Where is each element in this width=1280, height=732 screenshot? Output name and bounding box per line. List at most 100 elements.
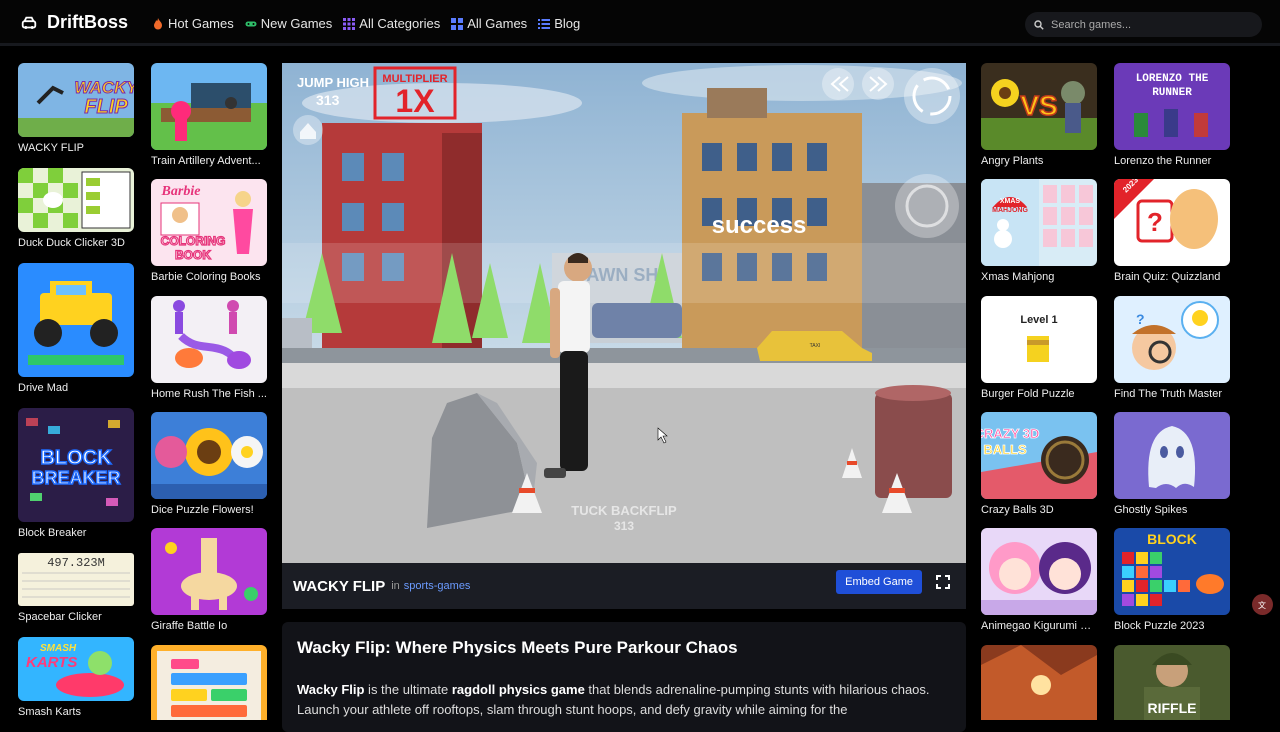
game-title: Crazy Balls 3D bbox=[981, 504, 1054, 516]
description-heading: Wacky Flip: Where Physics Meets Pure Par… bbox=[297, 638, 738, 657]
game-tile[interactable]: Home Rush The Fish ... bbox=[151, 296, 267, 400]
svg-text:RUNNER: RUNNER bbox=[1152, 87, 1192, 99]
game-tile[interactable]: Barbie COLORING BOOK Barbie Coloring Books bbox=[151, 179, 267, 283]
game-tile[interactable]: Train Artillery Advent... bbox=[151, 63, 267, 167]
game-title: Block Puzzle 2023 bbox=[1114, 620, 1205, 632]
game-description: Wacky Flip: Where Physics Meets Pure Par… bbox=[282, 622, 966, 732]
nav-label: New Games bbox=[260, 16, 333, 31]
game-tile[interactable]: Drive Mad bbox=[18, 263, 134, 394]
game-thumbnail: Level 1 bbox=[981, 296, 1097, 383]
svg-text:FLIP: FLIP bbox=[84, 96, 128, 118]
game-thumbnail bbox=[18, 263, 134, 377]
rewind-icon[interactable] bbox=[822, 68, 854, 100]
game-tile[interactable]: Dice Puzzle Flowers! bbox=[151, 412, 267, 516]
forward-icon[interactable] bbox=[862, 68, 894, 100]
game-tile[interactable]: VS Angry Plants bbox=[981, 63, 1097, 167]
game-tile[interactable]: SMASH KARTS Smash Karts bbox=[18, 637, 134, 718]
game-thumbnail: BLOCK bbox=[1114, 528, 1230, 615]
brand-logo[interactable]: DriftBoss bbox=[20, 12, 128, 33]
game-tile[interactable]: Ghostly Spikes bbox=[1114, 412, 1230, 516]
svg-text:COLORING: COLORING bbox=[161, 234, 226, 248]
vs-text: VS bbox=[1020, 90, 1057, 121]
svg-text:Barbie: Barbie bbox=[161, 184, 201, 199]
game-tile[interactable]: 497.323M Spacebar Clicker bbox=[18, 553, 134, 623]
game-thumbnail bbox=[151, 528, 267, 615]
game-thumbnail: 497.323M bbox=[18, 553, 134, 606]
game-tile[interactable]: Level 1 Burger Fold Puzzle bbox=[981, 296, 1097, 400]
trick-score: 313 bbox=[614, 519, 634, 533]
bold-text: ragdoll physics game bbox=[451, 682, 585, 697]
game-title: Giraffe Battle Io bbox=[151, 620, 228, 632]
game-tile[interactable]: Giraffe Battle Io bbox=[151, 528, 267, 632]
game-thumbnail: XMAS MAHJONG bbox=[981, 179, 1097, 266]
game-tile[interactable]: RIFFLE bbox=[1114, 645, 1230, 725]
svg-text:LORENZO THE: LORENZO THE bbox=[1136, 73, 1209, 85]
nav-all-games[interactable]: All Games bbox=[451, 16, 527, 31]
game-tile[interactable]: Animegao Kigurumi D... bbox=[981, 528, 1097, 632]
game-tile[interactable] bbox=[981, 645, 1097, 725]
nav-label: Hot Games bbox=[168, 16, 234, 31]
game-title: Find The Truth Master bbox=[1114, 388, 1223, 400]
search-input[interactable] bbox=[1051, 18, 1251, 31]
restart-icon[interactable] bbox=[904, 68, 960, 124]
game-title: Dice Puzzle Flowers! bbox=[151, 504, 254, 516]
game-thumbnail: Barbie COLORING BOOK bbox=[151, 179, 267, 266]
game-title: Block Breaker bbox=[18, 527, 87, 539]
gamepad-icon bbox=[245, 21, 257, 26]
translate-button[interactable]: 文 bbox=[1252, 594, 1273, 615]
game-title: Angry Plants bbox=[981, 155, 1044, 167]
grid-icon bbox=[343, 17, 356, 30]
game-thumbnail: ? bbox=[1114, 296, 1230, 383]
game-title: Duck Duck Clicker 3D bbox=[18, 237, 125, 249]
game-title: WACKY FLIP bbox=[18, 142, 85, 154]
game-tile[interactable]: XMAS MAHJONG Xmas Mahjong bbox=[981, 179, 1097, 283]
search-box[interactable] bbox=[1025, 12, 1262, 37]
game-thumbnail: BLOCK BREAKER bbox=[18, 408, 134, 522]
game-thumbnail bbox=[151, 412, 267, 499]
game-title: Lorenzo the Runner bbox=[1114, 155, 1212, 167]
svg-text:XMAS: XMAS bbox=[1000, 198, 1021, 205]
svg-text:?: ? bbox=[1136, 311, 1145, 327]
game-tile[interactable]: BLOCK Block Puzzle 2023 bbox=[1114, 528, 1230, 632]
nav-label: Blog bbox=[554, 16, 581, 31]
replay-icon[interactable] bbox=[895, 174, 959, 238]
game-thumbnail: WACKY FLIP bbox=[18, 63, 134, 137]
svg-text:KARTS: KARTS bbox=[26, 654, 77, 671]
game-tile[interactable]: 2023? Brain Quiz: Quizzland bbox=[1114, 179, 1230, 283]
game-canvas[interactable]: PAWN SH TAXI JUMP HIGH 313 MULTIPLIER 1X… bbox=[282, 63, 966, 563]
taxi-sign: TAXI bbox=[810, 343, 821, 349]
game-tile[interactable]: Duck Duck Clicker 3D bbox=[18, 168, 134, 249]
game-title: Brain Quiz: Quizzland bbox=[1114, 271, 1221, 283]
embed-game-button[interactable]: Embed Game bbox=[836, 570, 922, 594]
game-tile[interactable] bbox=[151, 645, 267, 725]
game-tile[interactable]: BLOCK BREAKER Block Breaker bbox=[18, 408, 134, 539]
game-tile[interactable]: WACKY FLIP WACKY FLIP bbox=[18, 63, 134, 154]
main-nav: Hot Games New Games All Categories All G… bbox=[152, 16, 580, 31]
game-tile[interactable]: ? Find The Truth Master bbox=[1114, 296, 1230, 400]
game-thumbnail: SMASH KARTS bbox=[18, 637, 134, 701]
game-thumbnail bbox=[1114, 412, 1230, 499]
svg-text:BOOK: BOOK bbox=[175, 248, 211, 262]
game-title: Drive Mad bbox=[18, 382, 69, 394]
fire-icon bbox=[154, 17, 162, 29]
nav-blog[interactable]: Blog bbox=[538, 16, 580, 31]
svg-text:?: ? bbox=[1147, 207, 1163, 237]
fullscreen-icon[interactable] bbox=[936, 575, 950, 589]
game-title: Animegao Kigurumi D... bbox=[981, 620, 1097, 632]
svg-text:MAHJONG: MAHJONG bbox=[992, 207, 1028, 214]
text: is the ultimate bbox=[364, 682, 452, 697]
nav-all-categories[interactable]: All Categories bbox=[343, 16, 440, 31]
category-link[interactable]: sports-games bbox=[404, 580, 471, 592]
game-thumbnail bbox=[151, 296, 267, 383]
game-tile[interactable]: LORENZO THE RUNNER Lorenzo the Runner bbox=[1114, 63, 1230, 167]
home-icon[interactable] bbox=[293, 115, 323, 145]
translate-icon: 文 bbox=[1258, 600, 1266, 610]
game-tile[interactable]: CRAZY 3D BALLS Crazy Balls 3D bbox=[981, 412, 1097, 516]
success-message: success bbox=[712, 212, 807, 239]
nav-new-games[interactable]: New Games bbox=[245, 16, 333, 31]
multiplier-value: 1X bbox=[395, 83, 435, 119]
apps-icon bbox=[451, 17, 464, 30]
nav-hot-games[interactable]: Hot Games bbox=[152, 16, 234, 31]
svg-text:SMASH: SMASH bbox=[40, 643, 77, 654]
game-thumbnail bbox=[151, 63, 267, 150]
